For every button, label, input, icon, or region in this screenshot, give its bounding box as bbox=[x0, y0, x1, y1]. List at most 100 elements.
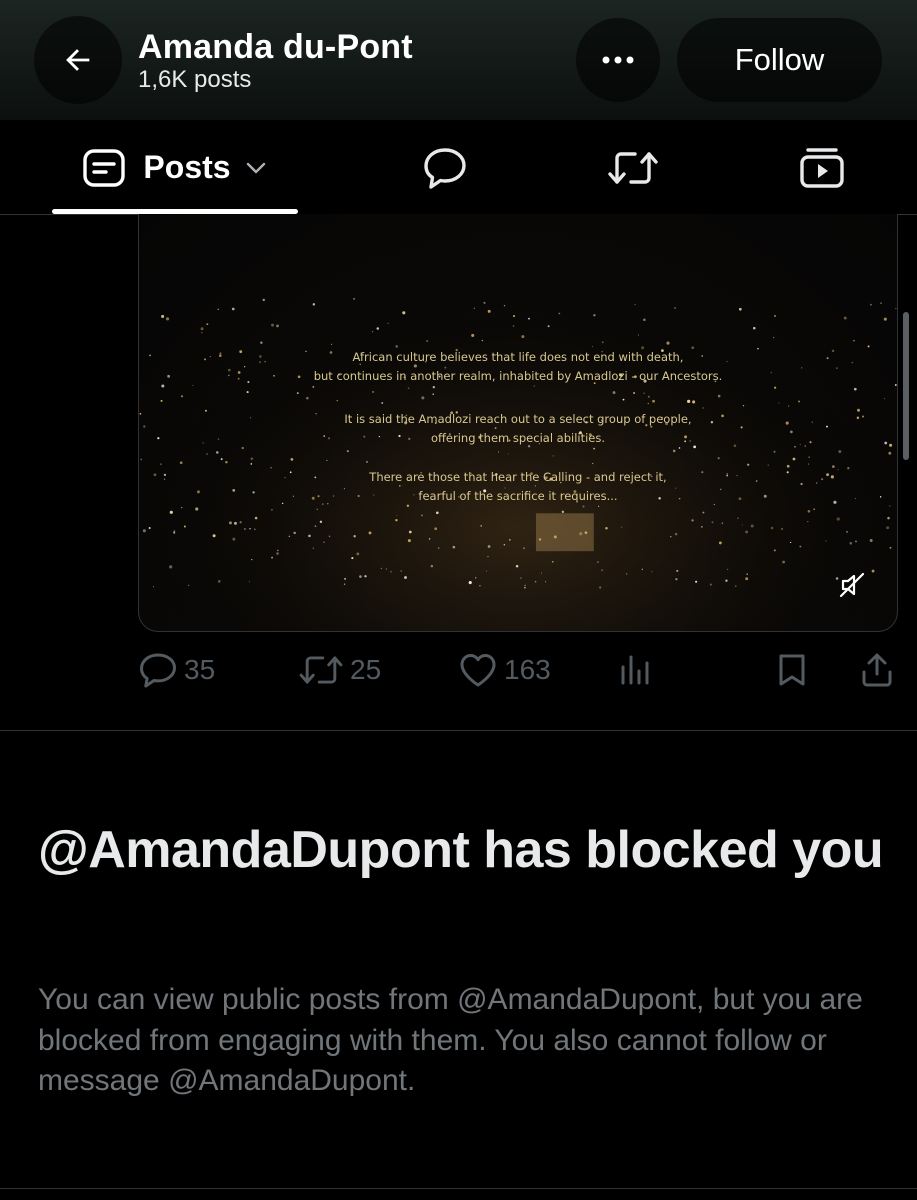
city-light-dot bbox=[835, 577, 839, 580]
reply-button[interactable]: 35 bbox=[138, 648, 215, 692]
city-light-dot bbox=[880, 302, 882, 304]
city-light-dot bbox=[231, 307, 235, 311]
city-light-dot bbox=[558, 312, 561, 315]
city-light-dot bbox=[747, 463, 750, 466]
city-light-dot bbox=[711, 521, 714, 524]
tab-media[interactable] bbox=[782, 120, 862, 215]
city-light-dot bbox=[314, 525, 317, 527]
city-light-dot bbox=[248, 581, 250, 583]
city-light-dot bbox=[838, 450, 842, 453]
city-light-dot bbox=[404, 576, 407, 579]
city-light-dot bbox=[634, 304, 636, 306]
city-light-dot bbox=[430, 564, 434, 568]
caption-line: There are those that hear the Calling - … bbox=[369, 470, 667, 484]
city-light-dot bbox=[359, 575, 362, 578]
repost-count: 25 bbox=[350, 654, 382, 685]
more-options-button[interactable] bbox=[576, 18, 660, 102]
city-light-dot bbox=[735, 585, 737, 587]
city-light-dot bbox=[452, 545, 456, 549]
caption-line: offering them special abilities. bbox=[430, 431, 606, 445]
analytics-bars-icon bbox=[621, 655, 649, 685]
city-light-dot bbox=[515, 565, 519, 568]
city-light-dot bbox=[436, 511, 439, 515]
city-light-dot bbox=[276, 552, 279, 555]
city-light-dot bbox=[883, 317, 887, 321]
city-light-dot bbox=[312, 547, 314, 549]
city-light-dot bbox=[487, 309, 491, 313]
city-light-dot bbox=[676, 569, 679, 572]
share-button[interactable] bbox=[860, 648, 900, 692]
city-light-dot bbox=[148, 527, 151, 530]
city-light-dot bbox=[887, 516, 890, 520]
city-light-dot bbox=[869, 539, 873, 543]
city-light-dot bbox=[142, 529, 146, 533]
city-light-dot bbox=[250, 463, 253, 465]
video-play-icon bbox=[800, 147, 844, 188]
city-light-dot bbox=[551, 560, 554, 563]
city-light-dot bbox=[396, 514, 398, 516]
city-light-dot bbox=[843, 316, 847, 320]
blocked-notice-description: You can view public posts from @AmandaDu… bbox=[38, 983, 863, 1097]
city-light-dot bbox=[215, 451, 219, 454]
city-light-dot bbox=[346, 450, 349, 453]
tab-posts[interactable]: Posts bbox=[52, 120, 298, 215]
caption-line: fearful of the sacrifice it requires... bbox=[418, 489, 618, 503]
city-light-dot bbox=[773, 450, 776, 453]
section-divider bbox=[0, 730, 917, 731]
city-light-dot bbox=[480, 524, 483, 527]
city-light-dot bbox=[390, 570, 392, 573]
city-light-dot bbox=[432, 386, 435, 389]
city-light-dot bbox=[717, 457, 720, 460]
city-light-dot bbox=[670, 536, 672, 538]
city-light-dot bbox=[179, 461, 183, 465]
city-light-dot bbox=[372, 390, 375, 394]
tab-reposts[interactable] bbox=[593, 120, 673, 215]
repost-button[interactable]: 25 bbox=[298, 648, 381, 692]
city-light-dot bbox=[328, 535, 331, 538]
city-light-dot bbox=[376, 327, 380, 330]
city-light-dot bbox=[666, 341, 670, 345]
city-light-dot bbox=[497, 451, 499, 453]
city-light-dot bbox=[790, 541, 792, 544]
city-light-dot bbox=[813, 508, 816, 511]
city-light-dot bbox=[647, 395, 650, 398]
more-horizontal-icon bbox=[602, 56, 634, 64]
tab-replies[interactable] bbox=[405, 120, 485, 215]
blocked-notice-title: @AmandaDupont has blocked you bbox=[38, 821, 884, 879]
city-light-dot bbox=[541, 572, 543, 574]
city-light-dot bbox=[402, 311, 406, 315]
city-light-dot bbox=[173, 530, 176, 532]
city-light-dot bbox=[385, 568, 387, 570]
city-light-dot bbox=[524, 584, 526, 586]
city-light-dot bbox=[622, 398, 625, 401]
like-button[interactable]: 163 bbox=[458, 648, 551, 692]
city-light-dot bbox=[561, 510, 565, 514]
city-light-dot bbox=[778, 402, 780, 404]
city-light-dot bbox=[889, 546, 892, 549]
speaker-muted-icon[interactable] bbox=[839, 572, 865, 598]
city-light-dot bbox=[767, 464, 769, 466]
city-light-dot bbox=[853, 387, 857, 391]
city-light-dot bbox=[381, 401, 384, 404]
caption-line: African culture believes that life does … bbox=[352, 350, 684, 364]
follow-button[interactable]: Follow bbox=[677, 18, 882, 102]
views-button[interactable] bbox=[618, 648, 658, 692]
city-light-dot bbox=[737, 517, 739, 519]
city-light-dot bbox=[547, 325, 550, 328]
city-light-dot bbox=[770, 526, 774, 530]
city-light-dot bbox=[206, 453, 208, 455]
city-light-dot bbox=[521, 335, 525, 339]
video-player[interactable]: African culture believes that life does … bbox=[138, 214, 898, 632]
city-light-dot bbox=[165, 317, 170, 321]
city-light-dot bbox=[692, 400, 696, 404]
city-light-dot bbox=[675, 578, 678, 581]
back-button[interactable] bbox=[34, 16, 122, 104]
city-light-dot bbox=[471, 333, 475, 337]
city-light-dot bbox=[479, 585, 481, 587]
city-light-dot bbox=[421, 396, 425, 400]
bookmark-button[interactable] bbox=[776, 648, 814, 692]
scrollbar[interactable] bbox=[903, 312, 909, 460]
city-light-dot bbox=[400, 570, 402, 572]
city-light-dot bbox=[641, 568, 643, 570]
city-light-dot bbox=[188, 584, 190, 586]
